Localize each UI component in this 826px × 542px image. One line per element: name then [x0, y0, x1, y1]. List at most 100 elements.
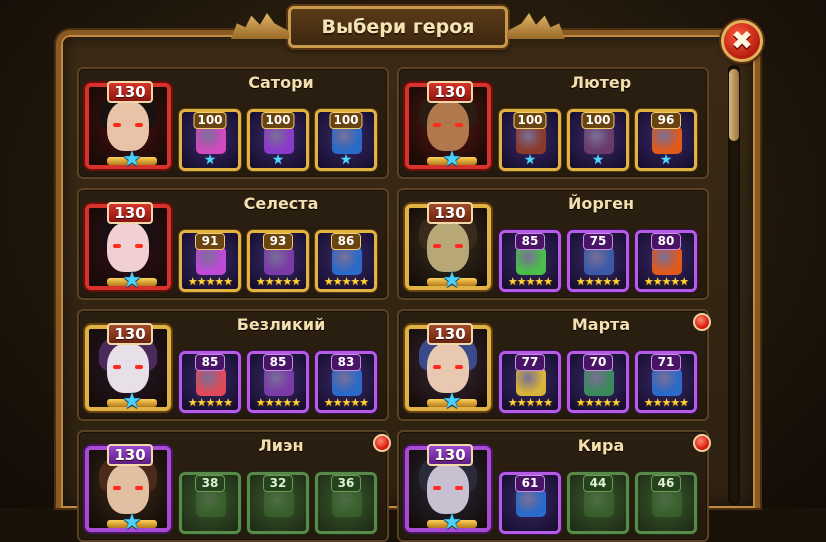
- artifact-level: 100: [513, 112, 547, 129]
- hero-eye: [455, 123, 463, 127]
- scroll-thumb[interactable]: [729, 69, 739, 141]
- artifact-slot[interactable]: 71 ★★★★★: [635, 351, 697, 413]
- artifact-slot[interactable]: 100 ★: [179, 109, 241, 171]
- hero-rank-star-icon: ★: [427, 391, 477, 413]
- artifact-slot[interactable]: 100 ★: [499, 109, 561, 171]
- artifact-slot[interactable]: 80 ★★★★★: [635, 230, 697, 292]
- hero-level-badge: 130: [427, 444, 473, 466]
- artifact-stars: ★★★★★: [507, 396, 553, 409]
- artifact-icon: [332, 247, 362, 275]
- hero-name: Кира: [577, 436, 625, 455]
- artifact-icon: [264, 489, 294, 517]
- artifact-icon: [584, 368, 614, 396]
- title-plate: Выбери героя: [231, 6, 508, 48]
- hero-card[interactable]: Сатори 130 ★ 100 ★ 100 ★ 100 ★: [77, 67, 389, 179]
- artifact-star-icon: ★: [271, 152, 285, 168]
- artifact-stars: ★: [182, 153, 238, 167]
- close-button[interactable]: ✖: [721, 20, 763, 62]
- artifact-level: 100: [261, 112, 295, 129]
- hero-level-badge: 130: [427, 81, 473, 103]
- hero-level-badge: 130: [107, 323, 153, 345]
- artifact-stars: ★★★★★: [323, 396, 369, 409]
- artifact-icon: [196, 489, 226, 517]
- artifact-level: 83: [331, 354, 361, 371]
- artifact-slot[interactable]: 85 ★★★★★: [179, 351, 241, 413]
- artifact-icon: [196, 368, 226, 396]
- hero-name: Йорген: [567, 194, 635, 213]
- hero-rank-star-icon: ★: [107, 149, 157, 171]
- artifact-icon: [264, 126, 294, 154]
- artifact-stars: ★: [318, 153, 374, 167]
- artifact-star-icon: ★: [591, 152, 605, 168]
- artifact-icon: [516, 247, 546, 275]
- artifact-level: 100: [581, 112, 615, 129]
- artifact-stars: ★★★★★: [323, 275, 369, 288]
- hero-eye: [433, 486, 441, 490]
- hero-eye: [113, 365, 121, 369]
- page-title: Выбери героя: [321, 16, 475, 38]
- artifact-star-icon: ★: [659, 152, 673, 168]
- artifact-level: 100: [329, 112, 363, 129]
- hero-card[interactable]: Безликий 130 ★ 85 ★★★★★ 85 ★★★★★ 83 ★★★★★: [77, 309, 389, 421]
- artifact-slot[interactable]: 93 ★★★★★: [247, 230, 309, 292]
- artifact-slot[interactable]: 32: [247, 472, 309, 534]
- artifact-slot[interactable]: 86 ★★★★★: [315, 230, 377, 292]
- hero-eye: [433, 365, 441, 369]
- hero-level-badge: 130: [427, 323, 473, 345]
- artifact-icon: [516, 489, 546, 517]
- hero-card[interactable]: Лютер 130 ★ 100 ★ 100 ★ 96 ★: [397, 67, 709, 179]
- artifact-level: 71: [651, 354, 681, 371]
- artifact-slot[interactable]: 75 ★★★★★: [567, 230, 629, 292]
- artifact-icon: [332, 126, 362, 154]
- artifact-level: 100: [193, 112, 227, 129]
- hero-eye: [455, 244, 463, 248]
- artifact-slot[interactable]: 44: [567, 472, 629, 534]
- artifact-level: 44: [583, 475, 613, 492]
- hero-eye: [433, 244, 441, 248]
- artifact-slot[interactable]: 36: [315, 472, 377, 534]
- scrollbar[interactable]: [728, 65, 740, 505]
- artifact-slot[interactable]: 70 ★★★★★: [567, 351, 629, 413]
- artifact-slot[interactable]: 96 ★: [635, 109, 697, 171]
- artifact-slot[interactable]: 61: [499, 472, 561, 534]
- artifact-icon: [652, 368, 682, 396]
- artifact-slot[interactable]: 91 ★★★★★: [179, 230, 241, 292]
- hero-eye: [455, 486, 463, 490]
- artifact-slot[interactable]: 85 ★★★★★: [247, 351, 309, 413]
- artifact-slot[interactable]: 83 ★★★★★: [315, 351, 377, 413]
- artifact-level: 91: [195, 233, 225, 250]
- hero-eye: [113, 244, 121, 248]
- hero-level-badge: 130: [107, 444, 153, 466]
- hero-eye: [433, 123, 441, 127]
- hero-card[interactable]: Селеста 130 ★ 91 ★★★★★ 93 ★★★★★ 86 ★★★★★: [77, 188, 389, 300]
- artifact-level: 86: [331, 233, 361, 250]
- artifact-level: 32: [263, 475, 293, 492]
- hero-card[interactable]: Лиэн 130 ★ 38 32 36: [77, 430, 391, 542]
- hero-name: Сатори: [248, 73, 314, 92]
- artifact-level: 38: [195, 475, 225, 492]
- artifact-stars: ★: [250, 152, 306, 168]
- hero-rank-star-icon: ★: [107, 512, 157, 534]
- artifact-icon: [584, 489, 614, 517]
- hero-card[interactable]: Марта 130 ★ 77 ★★★★★ 70 ★★★★★ 71 ★★★★★: [397, 309, 711, 421]
- hero-eye: [135, 244, 143, 248]
- artifact-stars: ★★★★★: [255, 396, 301, 409]
- artifact-slot[interactable]: 85 ★★★★★: [499, 230, 561, 292]
- artifact-icon: [196, 126, 226, 154]
- artifact-slot[interactable]: 77 ★★★★★: [499, 351, 561, 413]
- hero-card[interactable]: Йорген 130 ★ 85 ★★★★★ 75 ★★★★★ 80 ★★★★★: [397, 188, 709, 300]
- artifact-icon: [196, 247, 226, 275]
- artifact-icon: [332, 368, 362, 396]
- artifact-slot[interactable]: 46: [635, 472, 697, 534]
- artifact-slot[interactable]: 38: [179, 472, 241, 534]
- hero-card[interactable]: Кира 130 ★ 61 44 46: [397, 430, 711, 542]
- artifact-slot[interactable]: 100 ★: [247, 109, 309, 171]
- artifact-slot[interactable]: 100 ★: [315, 109, 377, 171]
- artifact-level: 85: [195, 354, 225, 371]
- hero-eye: [113, 486, 121, 490]
- hero-rank-star-icon: ★: [107, 270, 157, 292]
- hero-level-badge: 130: [427, 202, 473, 224]
- artifact-stars: ★: [570, 152, 626, 168]
- hero-name: Селеста: [243, 194, 319, 213]
- artifact-slot[interactable]: 100 ★: [567, 109, 629, 171]
